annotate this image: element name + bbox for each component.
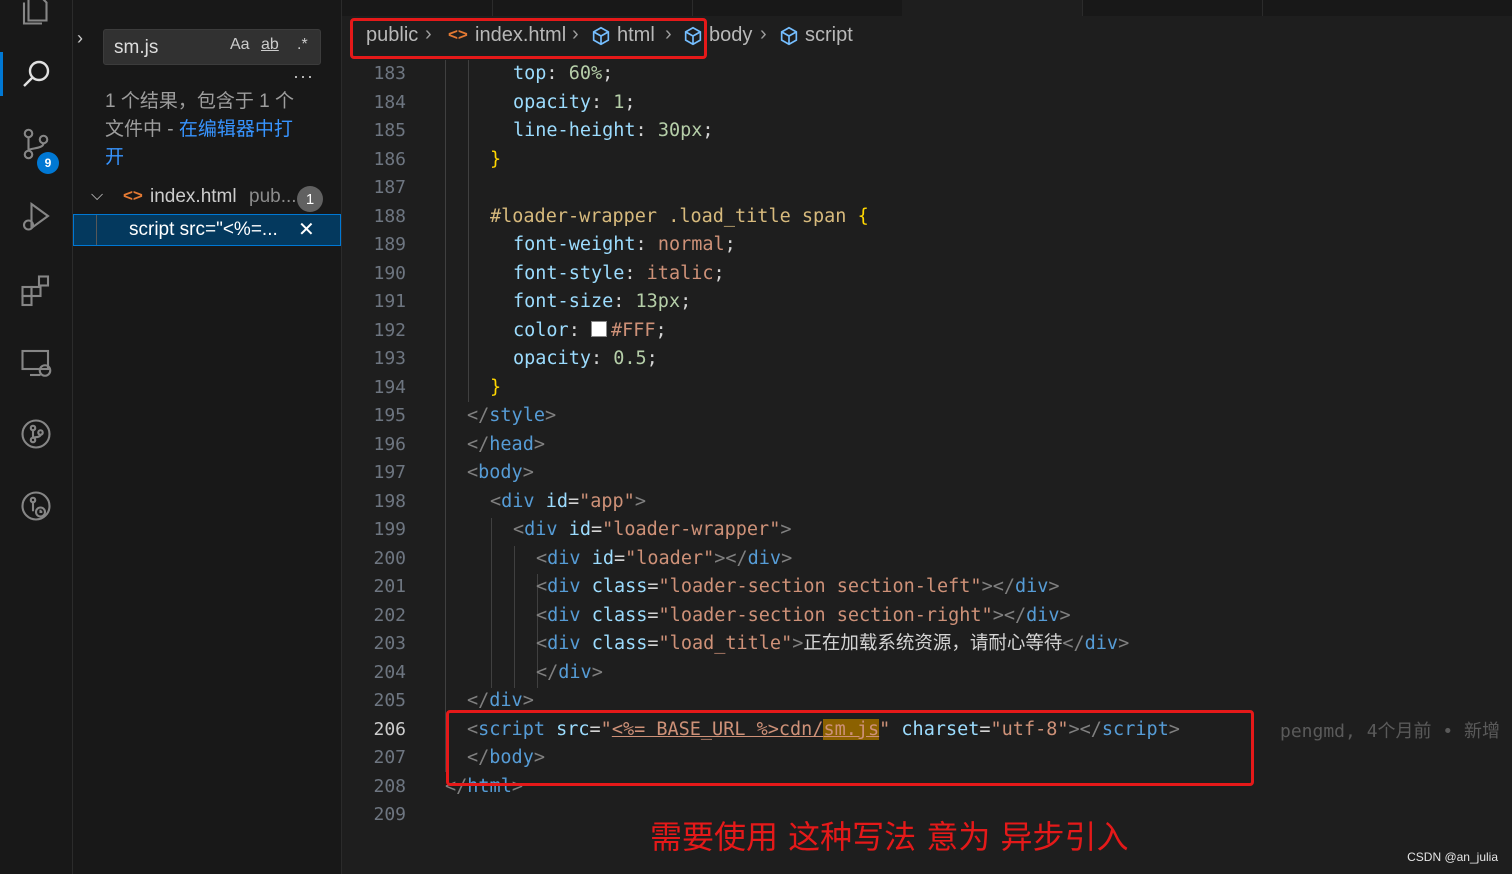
line-number: 192 bbox=[373, 320, 406, 341]
match-case-toggle[interactable]: Aa bbox=[230, 36, 250, 54]
code-line: <div id="loader-wrapper"> bbox=[513, 519, 792, 540]
search-sidebar: › Aa ab .* ··· 1 个结果，包含于 1 个文件中 - 在编辑器中打… bbox=[73, 0, 342, 874]
line-number: 190 bbox=[373, 263, 406, 284]
source-control-icon[interactable]: 9 bbox=[0, 114, 72, 174]
line-number: 187 bbox=[373, 177, 406, 198]
line-number-current: 206 bbox=[373, 719, 406, 740]
line-number: 183 bbox=[373, 63, 406, 84]
code-line: } bbox=[490, 149, 502, 170]
code-line: <body> bbox=[467, 462, 534, 483]
line-number: 207 bbox=[373, 747, 406, 768]
line-number: 196 bbox=[373, 434, 406, 455]
chevron-down-icon[interactable]: ⌵ bbox=[91, 187, 103, 205]
line-number: 193 bbox=[373, 348, 406, 369]
indent-guide bbox=[445, 60, 446, 772]
line-number: 194 bbox=[373, 377, 406, 398]
tab[interactable] bbox=[692, 0, 903, 16]
run-debug-icon[interactable] bbox=[0, 186, 72, 246]
line-number: 186 bbox=[373, 149, 406, 170]
activity-bar: 9 bbox=[0, 0, 73, 874]
search-icon[interactable] bbox=[0, 44, 72, 104]
line-number: 203 bbox=[373, 633, 406, 654]
line-number: 208 bbox=[373, 776, 406, 797]
code-line: font-weight: normal; bbox=[513, 234, 736, 255]
code-line: opacity: 1; bbox=[513, 92, 636, 113]
breadcrumb-item[interactable]: script bbox=[805, 24, 853, 47]
indent-guide bbox=[468, 60, 469, 402]
result-count-badge: 1 bbox=[297, 186, 323, 212]
line-number: 199 bbox=[373, 519, 406, 540]
more-actions-icon[interactable]: ··· bbox=[293, 66, 314, 87]
line-number: 188 bbox=[373, 206, 406, 227]
color-swatch[interactable] bbox=[590, 321, 607, 337]
code-line: opacity: 0.5; bbox=[513, 348, 658, 369]
code-line: <div id="loader"></div> bbox=[536, 548, 793, 569]
regex-toggle[interactable]: .* bbox=[297, 36, 308, 54]
line-number: 204 bbox=[373, 662, 406, 683]
symbol-cube-icon bbox=[780, 26, 798, 46]
html-file-icon: <> bbox=[123, 186, 143, 205]
search-input[interactable] bbox=[112, 34, 226, 62]
dismiss-result-icon[interactable]: ✕ bbox=[298, 217, 315, 242]
explorer-icon[interactable] bbox=[0, 0, 72, 40]
breadcrumb-item[interactable]: body bbox=[709, 24, 752, 47]
line-number: 200 bbox=[373, 548, 406, 569]
line-number: 189 bbox=[373, 234, 406, 255]
code-line: <div class="loader-section section-right… bbox=[536, 605, 1071, 626]
indent-guide bbox=[491, 518, 492, 688]
line-number: 202 bbox=[373, 605, 406, 626]
code-line: line-height: 30px; bbox=[513, 120, 714, 141]
tab[interactable] bbox=[1082, 0, 1263, 16]
result-match-text: script src="<%=... bbox=[129, 219, 278, 240]
code-line: </div> bbox=[536, 662, 603, 683]
highlight-box bbox=[446, 710, 1254, 786]
highlight-box bbox=[350, 18, 707, 59]
git-graph-icon[interactable] bbox=[0, 404, 72, 464]
search-box: Aa ab .* bbox=[103, 29, 321, 65]
code-line: font-size: 13px; bbox=[513, 291, 692, 312]
line-number: 205 bbox=[373, 690, 406, 711]
line-number: 195 bbox=[373, 405, 406, 426]
scm-badge: 9 bbox=[37, 152, 59, 174]
result-file-name: index.html bbox=[150, 186, 237, 207]
line-number: 209 bbox=[373, 804, 406, 825]
remote-explorer-icon[interactable] bbox=[0, 333, 72, 393]
timeline-icon[interactable] bbox=[0, 476, 72, 536]
code-line: <div id="app"> bbox=[490, 491, 646, 512]
tab-strip bbox=[342, 0, 1512, 16]
watermark: CSDN @an_julia bbox=[1407, 850, 1498, 864]
code-line: font-style: italic; bbox=[513, 263, 725, 284]
chevron-right-icon[interactable]: › bbox=[77, 28, 97, 49]
tab[interactable] bbox=[492, 0, 693, 16]
git-blame-annotation: pengmd, 4个月前 • 新增 bbox=[1280, 721, 1501, 742]
line-number: 191 bbox=[373, 291, 406, 312]
code-line: <div class="load_title">正在加载系统资源，请耐心等待</… bbox=[536, 633, 1130, 654]
line-number: 184 bbox=[373, 92, 406, 113]
code-line: color: #FFF; bbox=[513, 320, 667, 341]
line-number: 197 bbox=[373, 462, 406, 483]
annotation-text: 需要使用 这种写法 意为 异步引入 bbox=[650, 818, 1129, 856]
line-number: 185 bbox=[373, 120, 406, 141]
code-line: <div class="loader-section section-left"… bbox=[536, 576, 1060, 597]
extensions-icon[interactable] bbox=[0, 260, 72, 320]
line-number: 198 bbox=[373, 491, 406, 512]
code-line: } bbox=[490, 377, 502, 398]
indent-guide bbox=[514, 546, 515, 688]
result-file-path: pub... bbox=[249, 186, 297, 207]
tab[interactable] bbox=[342, 0, 493, 16]
code-line: top: 60%; bbox=[513, 63, 614, 84]
code-line: </head> bbox=[467, 434, 545, 455]
tab-active[interactable] bbox=[902, 0, 1083, 16]
result-summary: 1 个结果，包含于 1 个文件中 - 在编辑器中打开 bbox=[105, 88, 310, 172]
code-line: </style> bbox=[467, 405, 557, 426]
code-line: #loader-wrapper .load_title span { bbox=[490, 206, 869, 227]
whole-word-toggle[interactable]: ab bbox=[261, 36, 279, 54]
result-file-row[interactable]: ⌵ <> index.html pub... 1 bbox=[73, 184, 341, 214]
chevron-right-icon: › bbox=[760, 23, 767, 45]
line-number: 201 bbox=[373, 576, 406, 597]
result-match-row[interactable]: script src="<%=... ✕ bbox=[73, 214, 341, 246]
tree-indent-guide bbox=[96, 215, 97, 245]
